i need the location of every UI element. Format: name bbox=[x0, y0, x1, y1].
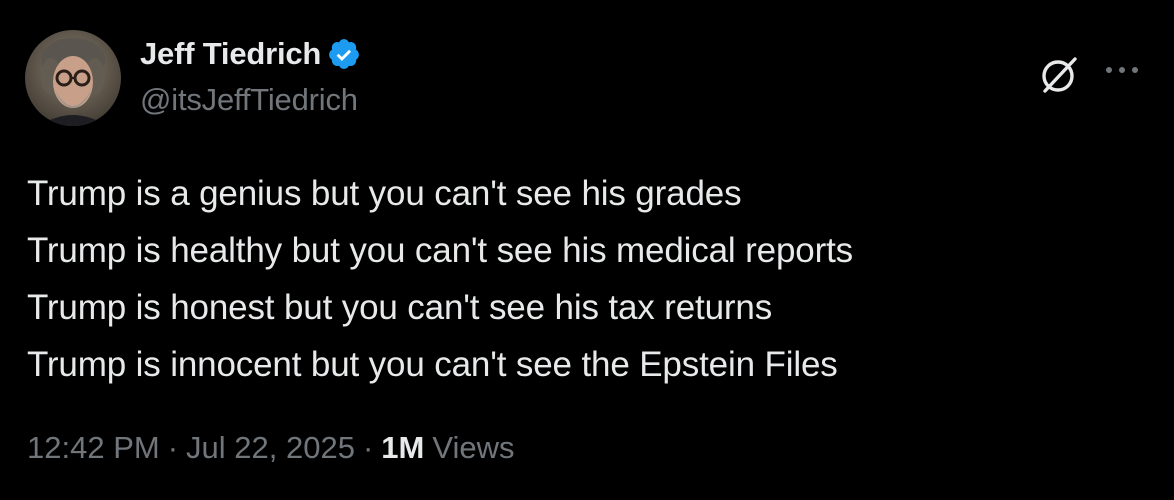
tweet-line: Trump is honest but you can't see his ta… bbox=[27, 288, 773, 327]
display-name[interactable]: Jeff Tiedrich bbox=[140, 36, 321, 72]
views-count: 1M bbox=[381, 430, 425, 465]
tweet-line: Trump is healthy but you can't see his m… bbox=[27, 231, 854, 270]
meta-separator: · bbox=[167, 430, 179, 465]
author-info: Jeff Tiedrich @itsJeffTiedrich bbox=[140, 34, 361, 118]
verified-badge-icon bbox=[329, 39, 360, 69]
views-label: Views bbox=[432, 430, 515, 465]
tweet-card: Jeff Tiedrich @itsJeffTiedrich Trump is … bbox=[0, 0, 1174, 500]
tweet-meta: 12:42 PM · Jul 22, 2025 · 1M Views bbox=[27, 430, 515, 466]
tweet-time[interactable]: 12:42 PM bbox=[27, 430, 160, 466]
tweet-line: Trump is a genius but you can't see his … bbox=[27, 174, 742, 213]
more-options-icon[interactable] bbox=[1100, 60, 1144, 80]
avatar[interactable] bbox=[25, 30, 121, 126]
name-row: Jeff Tiedrich bbox=[140, 34, 361, 74]
tweet-text: Trump is a genius but you can't see his … bbox=[27, 165, 1147, 393]
tweet-line: Trump is innocent but you can't see the … bbox=[27, 345, 838, 384]
meta-separator: · bbox=[362, 430, 374, 465]
tweet-date[interactable]: Jul 22, 2025 bbox=[186, 430, 355, 466]
handle[interactable]: @itsJeffTiedrich bbox=[140, 82, 361, 118]
grok-icon[interactable] bbox=[1037, 53, 1081, 97]
